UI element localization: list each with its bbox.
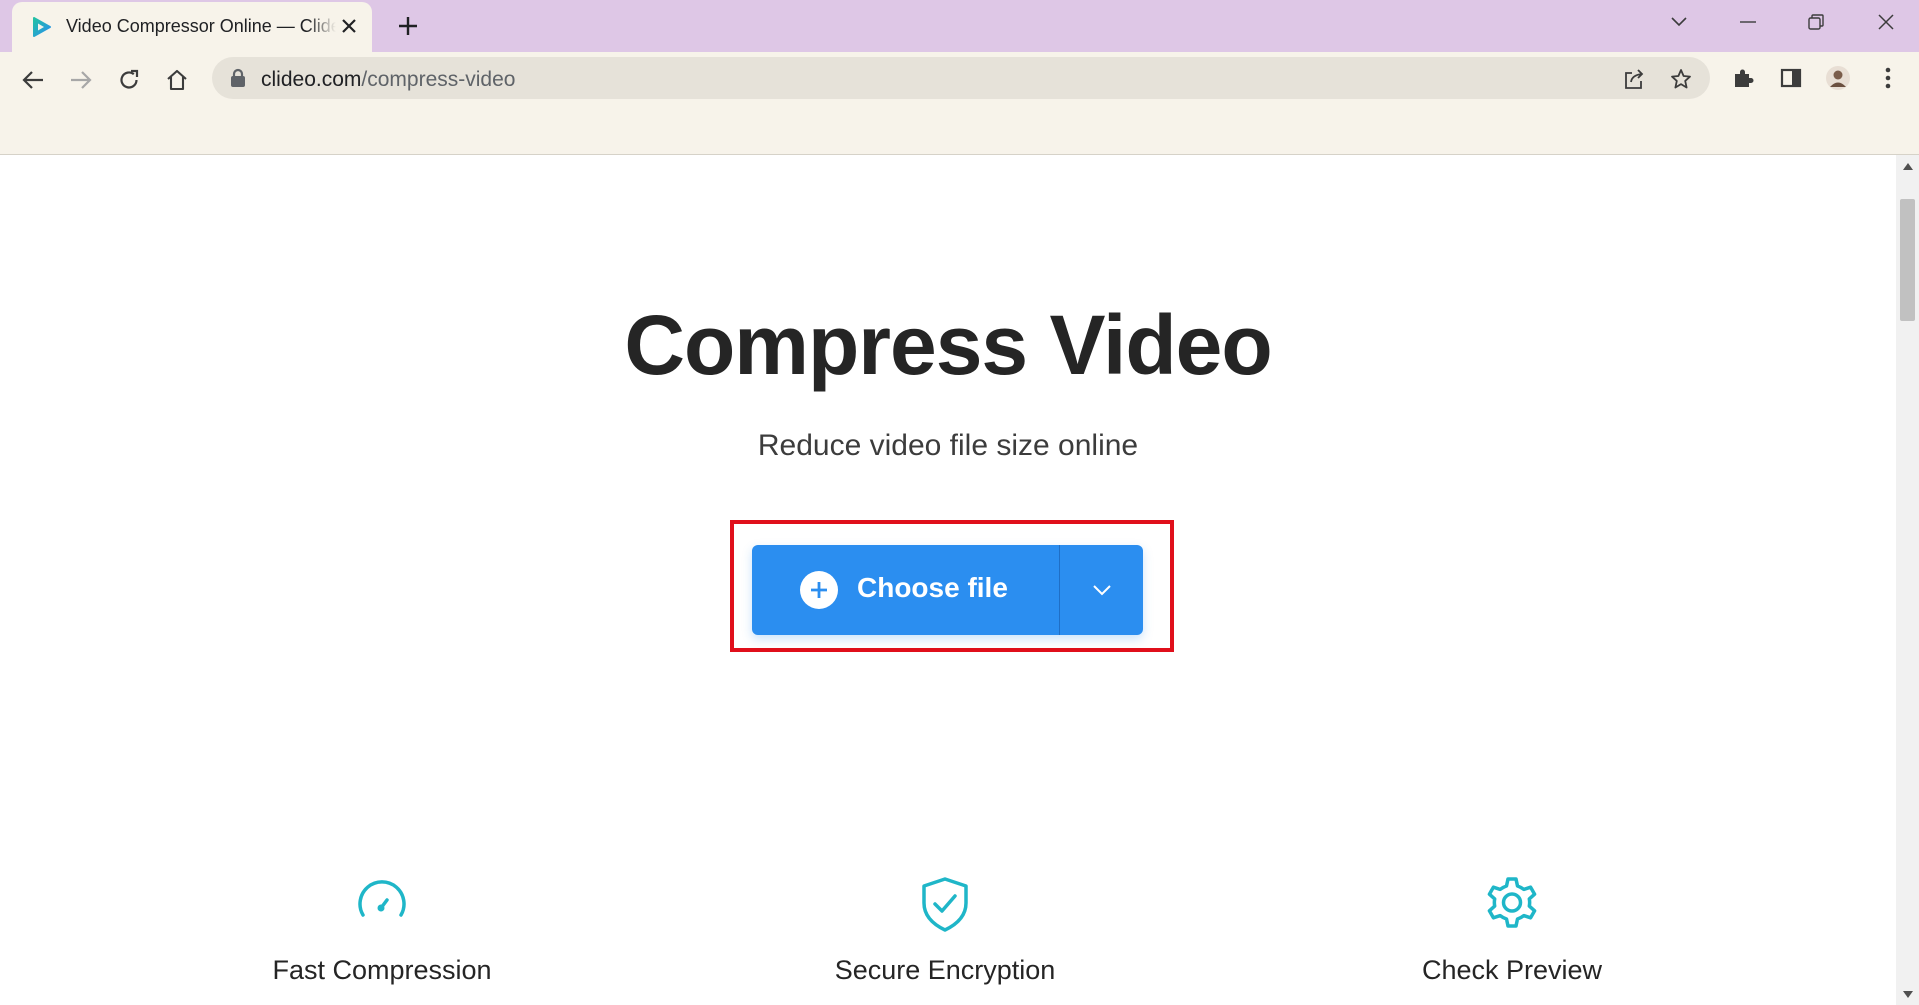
chevron-down-icon: [1092, 585, 1111, 596]
minimize-icon[interactable]: [1733, 10, 1763, 34]
reload-icon[interactable]: [113, 64, 145, 96]
speedometer-icon: [358, 880, 406, 917]
scroll-thumb[interactable]: [1900, 199, 1915, 321]
address-bar[interactable]: clideo.com/compress-video: [212, 57, 1710, 99]
page-title: Compress Video: [624, 298, 1272, 392]
page-subtitle: Reduce video file size online: [757, 429, 1139, 462]
feature-label-secure-encryption: Secure Encryption: [834, 955, 1056, 985]
scroll-up-arrow-icon[interactable]: [1902, 161, 1913, 172]
tab-search-icon[interactable]: [1664, 10, 1694, 34]
gear-icon: [1487, 877, 1537, 928]
page-content: Compress Video Reduce video file size on…: [0, 155, 1896, 1005]
new-tab-button[interactable]: [392, 10, 424, 42]
url-path: /compress-video: [361, 68, 516, 91]
url-domain: clideo.com: [261, 68, 362, 91]
profile-avatar[interactable]: [1823, 63, 1853, 93]
extensions-icon[interactable]: [1728, 63, 1758, 93]
browser-title-bar: Video Compressor Online — Clideo: [0, 0, 1919, 52]
url-text[interactable]: clideo.com/compress-video: [261, 68, 515, 92]
side-panel-icon[interactable]: [1776, 63, 1806, 93]
forward-icon[interactable]: [65, 64, 97, 96]
choose-file-button[interactable]: Choose file: [752, 545, 1143, 635]
back-icon[interactable]: [17, 64, 49, 96]
scroll-down-arrow-icon[interactable]: [1902, 989, 1913, 1000]
close-icon[interactable]: [1871, 10, 1901, 34]
choose-file-main[interactable]: Choose file: [752, 545, 1059, 635]
feature-label-fast-compression: Fast Compression: [272, 955, 492, 985]
page-scrollbar[interactable]: [1896, 155, 1919, 1005]
browser-toolbar: clideo.com/compress-video: [0, 52, 1919, 155]
browser-tab-active[interactable]: Video Compressor Online — Clideo: [12, 2, 372, 52]
upload-source-dropdown[interactable]: [1060, 545, 1143, 635]
bookmark-star-icon[interactable]: [1668, 66, 1694, 92]
menu-icon[interactable]: [1873, 63, 1903, 93]
lock-icon[interactable]: [229, 68, 247, 88]
choose-file-label: Choose file: [857, 572, 1008, 603]
feature-label-check-preview: Check Preview: [1421, 955, 1603, 985]
share-icon[interactable]: [1621, 66, 1647, 92]
shield-check-icon: [922, 877, 968, 932]
tab-close-icon[interactable]: [337, 14, 361, 38]
restore-icon[interactable]: [1801, 10, 1831, 34]
tab-title: Video Compressor Online — Clideo: [66, 16, 336, 37]
home-icon[interactable]: [161, 64, 193, 96]
plus-circle-icon: [800, 571, 838, 609]
clideo-play-icon: [33, 17, 51, 37]
